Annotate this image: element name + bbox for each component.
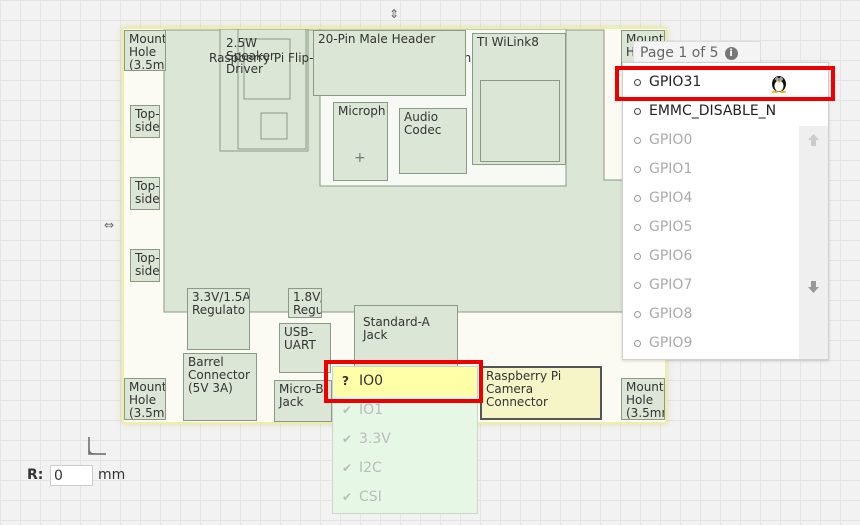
mount-hole-bottom-left[interactable]: Mount Hole (3.5mm [124,378,166,420]
scroll-down-icon[interactable] [807,279,820,293]
regulator-3v3[interactable]: 3.3V/1.5A Regulato [187,288,250,350]
check-icon: ✔ [342,432,353,446]
wilink-inner-outline [480,80,560,162]
radio-dot-icon [634,224,641,231]
radio-dot-icon [634,311,641,318]
io-menu-item[interactable]: ✔ CSI [334,483,476,512]
usb-standard-a-jack[interactable]: Standard-A Jack [354,305,458,367]
pin-list-item[interactable]: GPIO6 [624,242,799,271]
corner-radius-icon [88,437,106,455]
pin-label: GPIO0 [649,132,693,148]
pin-list-item[interactable]: GPIO8 [624,300,799,329]
pin-list-scrollbar[interactable] [799,126,828,359]
radius-unit: mm [98,467,126,483]
pin-list-item[interactable]: GPIO4 [624,184,799,213]
barrel-connector[interactable]: Barrel Connector (5V 3A) [183,353,257,421]
check-icon: ✔ [342,461,353,475]
header-20-pin[interactable]: 20-Pin Male Header [313,30,466,96]
mount-hole-bottom-right[interactable]: Mount Hole (3.5mm [621,378,665,420]
page-selector-label: Page 1 of 5 [640,45,719,61]
pin-list-item[interactable]: GPIO7 [624,271,799,300]
pin-list-item[interactable]: GPIO9 [624,329,799,358]
audio-codec[interactable]: Audio Codec [399,108,467,174]
radius-input[interactable] [50,465,93,486]
microphone-crosshair-icon: + [354,150,366,166]
io-label: IO1 [359,402,384,418]
radio-dot-icon [634,108,641,115]
pin-label: GPIO7 [649,277,693,293]
io-label: 3.3V [359,431,391,447]
radio-dot-icon [634,340,641,347]
pin-label: GPIO1 [649,161,693,177]
pin-list-item[interactable]: GPIO5 [624,213,799,242]
radio-dot-icon [634,137,641,144]
radio-dot-icon [634,282,641,289]
scroll-up-icon[interactable] [807,132,820,146]
io-label: I2C [359,460,382,476]
pin-list-item[interactable]: EMMC_DISABLE_N [624,97,799,126]
pin-label: GPIO5 [649,219,693,235]
highlight-io0 [324,360,483,403]
pin-label: EMMC_DISABLE_N [649,103,777,119]
camera-connector[interactable]: Raspberry Pi Camera Connector [480,366,602,420]
highlight-gpio31 [615,66,835,101]
pin-label: GPIO6 [649,248,693,264]
io-label: CSI [359,489,382,505]
check-icon: ✔ [342,490,353,504]
regulator-1v8[interactable]: 1.8V/ Regu [288,288,322,318]
io-menu-item[interactable]: ✔ 3.3V [334,425,476,454]
top-side-1[interactable]: Top-side [130,105,160,138]
mount-hole-top-left[interactable]: Mount Hole (3.5mm [124,30,166,71]
top-side-3[interactable]: Top-side [130,249,160,282]
pin-label: GPIO4 [649,190,693,206]
pin-label: GPIO8 [649,306,693,322]
radio-dot-icon [634,195,641,202]
radius-label: R: [27,467,44,483]
pin-list-item[interactable]: GPIO0 [624,126,799,155]
radio-dot-icon [634,253,641,260]
top-side-2[interactable]: Top-side [130,177,160,210]
pin-label: GPIO9 [649,335,693,351]
radio-dot-icon [634,166,641,173]
microphone[interactable]: Microph [333,102,388,181]
info-icon[interactable]: i [724,47,738,60]
pin-list-item[interactable]: GPIO1 [624,155,799,184]
horizontal-resize-icon[interactable]: ⇔ [104,218,114,232]
vertical-resize-icon[interactable]: ⇕ [389,7,399,21]
io-menu-item[interactable]: ✔ I2C [334,454,476,483]
